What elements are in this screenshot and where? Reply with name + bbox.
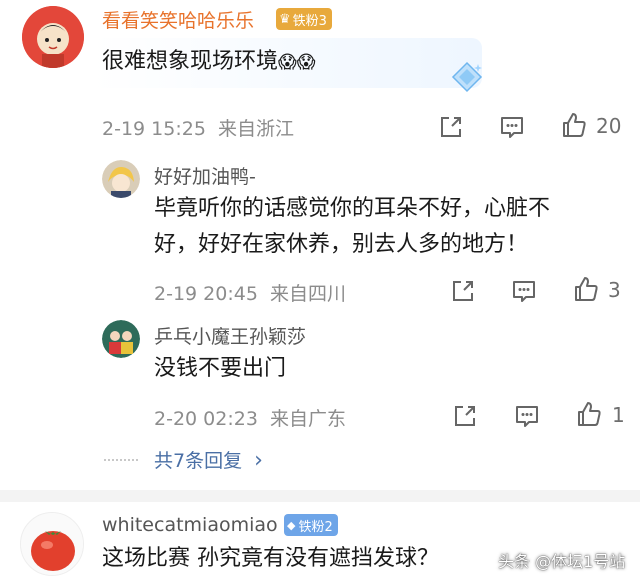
scream-emoji: 😱😱 bbox=[278, 52, 316, 73]
more-replies-link[interactable]: 共7条回复 › bbox=[154, 446, 263, 473]
share-icon[interactable] bbox=[449, 277, 477, 305]
section-divider bbox=[0, 490, 640, 502]
comment-meta: 2-19 15:25 来自浙江 bbox=[102, 118, 295, 140]
like-icon[interactable] bbox=[575, 400, 603, 428]
like-count: 3 bbox=[608, 278, 621, 302]
reply-meta: 2-19 20:45 来自四川 bbox=[154, 283, 347, 305]
crown-icon: ♛ bbox=[279, 11, 291, 27]
avatar[interactable] bbox=[102, 320, 140, 358]
reply-text: 没钱不要出门 bbox=[154, 356, 287, 381]
like-icon[interactable] bbox=[572, 275, 600, 303]
username[interactable]: 好好加油鸭- bbox=[154, 162, 256, 189]
fan-badge: ◆ 铁粉2 bbox=[284, 514, 338, 536]
fan-badge: ♛ 铁粉3 bbox=[276, 8, 332, 30]
share-icon[interactable] bbox=[451, 402, 479, 430]
like-count: 1 bbox=[612, 403, 625, 427]
username[interactable]: whitecatmiaomiao bbox=[102, 514, 278, 536]
like-count: 20 bbox=[596, 114, 622, 138]
comment-icon[interactable] bbox=[510, 277, 538, 305]
avatar[interactable] bbox=[22, 6, 84, 68]
avatar[interactable] bbox=[20, 512, 84, 576]
comment-text: 这场比赛 孙究竟有没有遮挡发球？ bbox=[102, 546, 439, 571]
watermark: 头条 @体坛1号站 bbox=[498, 552, 626, 571]
reply-meta: 2-20 02:23 来自广东 bbox=[154, 408, 347, 430]
dotted-separator bbox=[104, 459, 138, 461]
reply-text-line-2: 好，好好在家休养，别去人多的地方！ bbox=[154, 232, 529, 257]
reply-text-line-1: 毕竟听你的话感觉你的耳朵不好，心脏不 bbox=[154, 196, 551, 221]
like-icon[interactable] bbox=[560, 111, 588, 139]
diamond-icon: ◆ bbox=[287, 518, 296, 532]
comment-icon[interactable] bbox=[498, 113, 526, 141]
username[interactable]: 乒乓小魔王孙颖莎 bbox=[154, 322, 306, 349]
diamond-icon bbox=[448, 60, 486, 94]
comment-icon[interactable] bbox=[513, 402, 541, 430]
share-icon[interactable] bbox=[437, 113, 465, 141]
chevron-right-icon: › bbox=[254, 448, 263, 473]
comment-text: 很难想象现场环境😱😱 bbox=[102, 49, 316, 74]
username[interactable]: 看看笑笑哈哈乐乐 bbox=[102, 6, 254, 33]
avatar[interactable] bbox=[102, 160, 140, 198]
